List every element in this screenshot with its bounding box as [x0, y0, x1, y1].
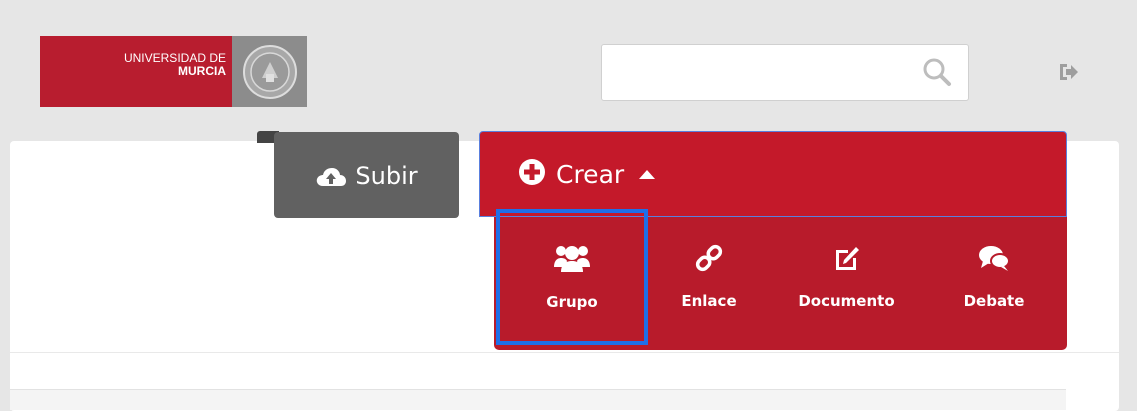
- users-icon: [552, 243, 592, 277]
- search-box[interactable]: [601, 44, 969, 102]
- content-strip: [10, 389, 1066, 410]
- crear-label: Crear: [556, 159, 625, 189]
- logo-line-2: MURCIA: [178, 64, 226, 78]
- seal-emblem-icon: [242, 44, 297, 99]
- university-logo[interactable]: UNIVERSIDAD DE MURCIA: [40, 36, 307, 107]
- edit-icon: [832, 243, 862, 277]
- menu-item-label: Debate: [963, 292, 1025, 310]
- search-icon[interactable]: [922, 57, 952, 91]
- logo-text: UNIVERSIDAD DE MURCIA: [40, 36, 232, 78]
- menu-item-label: Grupo: [546, 293, 598, 311]
- menu-item-enlace[interactable]: Enlace: [659, 217, 759, 347]
- search-input[interactable]: [602, 45, 914, 102]
- link-icon: [694, 243, 724, 277]
- crear-dropdown-menu: Grupo Enlace Documento Debate: [494, 209, 1067, 350]
- cloud-upload-icon: [315, 162, 347, 194]
- subir-button[interactable]: Subir: [274, 132, 459, 218]
- menu-item-label: Documento: [798, 292, 895, 310]
- menu-item-documento[interactable]: Documento: [779, 217, 914, 347]
- right-margin: [1119, 141, 1137, 411]
- menu-item-grupo[interactable]: Grupo: [496, 209, 648, 345]
- menu-item-label: Enlace: [681, 292, 737, 310]
- crear-button[interactable]: Crear: [479, 131, 1067, 217]
- caret-up-icon: [634, 165, 656, 184]
- comments-icon: [977, 243, 1011, 277]
- content-divider: [10, 352, 1119, 353]
- logout-icon[interactable]: [1057, 61, 1079, 87]
- plus-circle-icon: [518, 158, 546, 190]
- menu-item-debate[interactable]: Debate: [934, 217, 1054, 347]
- top-header: UNIVERSIDAD DE MURCIA: [0, 0, 1137, 140]
- subir-label: Subir: [355, 162, 418, 190]
- university-seal: [232, 36, 307, 107]
